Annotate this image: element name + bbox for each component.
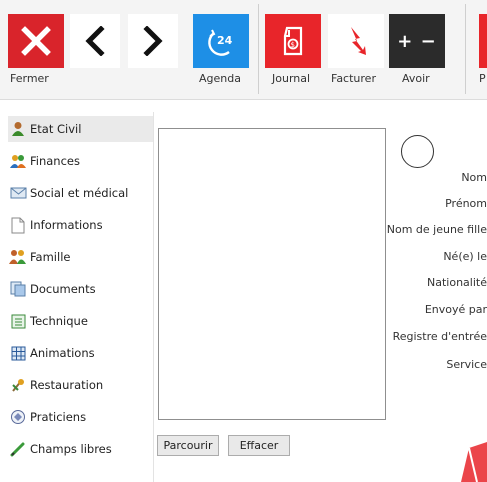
sidebar-item-finances[interactable]: Finances bbox=[8, 148, 153, 174]
grid-icon bbox=[8, 344, 28, 362]
field-label-envoye-par: Envoyé par bbox=[424, 303, 487, 316]
agenda-button[interactable]: 24 bbox=[193, 14, 249, 68]
field-label-nationalite: Nationalité bbox=[427, 276, 487, 289]
pen-icon bbox=[8, 440, 28, 458]
close-button-label: Fermer bbox=[10, 72, 49, 85]
sidebar-item-label: Famille bbox=[30, 250, 71, 264]
sidebar-item-praticiens[interactable]: Praticiens bbox=[8, 404, 153, 430]
field-label-ne-le: Né(e) le bbox=[443, 250, 487, 263]
toolbar: Fermer 24 Agenda $ Journal Facturer + − … bbox=[0, 0, 487, 100]
plus-minus-icon: + − bbox=[397, 30, 437, 52]
agenda-badge: 24 bbox=[217, 34, 233, 47]
agenda-button-label: Agenda bbox=[199, 72, 241, 85]
avoir-button[interactable]: + − bbox=[389, 14, 445, 68]
sidebar-item-label: Praticiens bbox=[30, 410, 87, 424]
people-coins-icon bbox=[8, 152, 28, 170]
envelope-icon bbox=[8, 184, 28, 202]
list-icon bbox=[8, 312, 28, 330]
sidebar-item-label: Finances bbox=[30, 154, 80, 168]
sidebar-item-restauration[interactable]: Restauration bbox=[8, 372, 153, 398]
documents-icon bbox=[8, 280, 28, 298]
previous-button[interactable] bbox=[70, 14, 120, 68]
sidebar-item-etat-civil[interactable]: Etat Civil bbox=[8, 116, 153, 142]
journal-button-label: Journal bbox=[272, 72, 311, 85]
sidebar-item-technique[interactable]: Technique bbox=[8, 308, 153, 334]
person-icon bbox=[8, 120, 28, 138]
photo-frame[interactable] bbox=[158, 128, 386, 420]
toolbar-separator bbox=[258, 4, 259, 94]
sidebar-item-label: Technique bbox=[30, 314, 88, 328]
svg-text:$: $ bbox=[291, 41, 295, 49]
sidebar-item-famille[interactable]: Famille bbox=[8, 244, 153, 270]
sidebar-item-animations[interactable]: Animations bbox=[8, 340, 153, 366]
sidebar-item-label: Documents bbox=[30, 282, 96, 296]
sidebar-item-social-medical[interactable]: Social et médical bbox=[8, 180, 153, 206]
chevron-left-icon bbox=[85, 26, 105, 56]
field-label-prenom: Prénom bbox=[445, 197, 487, 210]
browse-button[interactable]: Parcourir bbox=[157, 435, 219, 456]
lightning-icon bbox=[351, 27, 366, 55]
journal-button[interactable]: $ bbox=[265, 14, 321, 68]
status-circle[interactable] bbox=[401, 135, 434, 168]
facturer-button-label: Facturer bbox=[331, 72, 376, 85]
sidebar-item-label: Champs libres bbox=[30, 442, 112, 456]
sidebar-item-documents[interactable]: Documents bbox=[8, 276, 153, 302]
toolbar-separator bbox=[465, 4, 466, 94]
sidebar-item-champs-libres[interactable]: Champs libres bbox=[8, 436, 153, 462]
agenda-24-icon: 24 bbox=[208, 29, 233, 56]
partial-toolbar-button-label: P bbox=[479, 72, 486, 85]
sidebar-item-label: Social et médical bbox=[30, 186, 129, 200]
sidebar-item-informations[interactable]: Informations bbox=[8, 212, 153, 238]
decorative-shape-icon bbox=[461, 442, 487, 482]
restauration-icon bbox=[8, 376, 28, 394]
sidebar-item-label: Animations bbox=[30, 346, 95, 360]
partial-toolbar-button[interactable] bbox=[479, 14, 487, 68]
journal-icon: $ bbox=[283, 26, 303, 56]
field-label-service: Service bbox=[446, 358, 487, 371]
field-label-nom-jeune-fille: Nom de jeune fille bbox=[386, 223, 487, 236]
field-label-registre-entree: Registre d'entrée bbox=[392, 330, 487, 343]
document-icon bbox=[8, 216, 28, 234]
field-label-nom: Nom bbox=[461, 171, 487, 184]
avoir-button-label: Avoir bbox=[402, 72, 430, 85]
close-button[interactable] bbox=[8, 14, 64, 68]
next-button[interactable] bbox=[128, 14, 178, 68]
facturer-button[interactable] bbox=[328, 14, 384, 68]
family-icon bbox=[8, 248, 28, 266]
sidebar-item-label: Informations bbox=[30, 218, 103, 232]
close-icon bbox=[21, 26, 51, 56]
chevron-right-icon bbox=[143, 26, 163, 56]
sidebar-item-label: Etat Civil bbox=[30, 122, 82, 136]
clear-button[interactable]: Effacer bbox=[228, 435, 290, 456]
praticiens-icon bbox=[8, 408, 28, 426]
sidebar-item-label: Restauration bbox=[30, 378, 104, 392]
